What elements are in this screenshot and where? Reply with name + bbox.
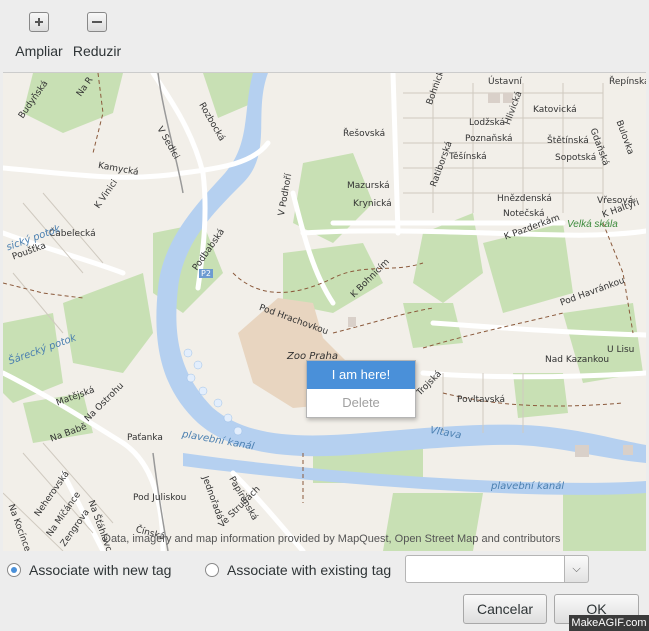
map-street-label: Pod Juliskou <box>133 493 187 503</box>
map-street-label: U Lisu <box>607 345 635 355</box>
associate-existing-tag-radio[interactable] <box>205 563 219 577</box>
associate-new-tag-radio[interactable] <box>7 563 21 577</box>
map-context-menu: I am here! Delete <box>306 360 416 418</box>
map-attribution: Data, imagery and map information provid… <box>103 533 561 545</box>
zoom-out-label: Reduzir <box>72 43 122 59</box>
existing-tag-dropdown-button[interactable]: ⌵ <box>565 555 589 583</box>
map-street-label: Řešovská <box>343 129 386 139</box>
cancel-button[interactable]: Cancelar <box>463 594 547 624</box>
watermark-logo: MakeAGIF.com <box>569 615 649 631</box>
associate-existing-tag-label: Associate with existing tag <box>227 562 392 578</box>
map-street-label: Těšínská <box>449 152 487 162</box>
map-street-label: Ústavní <box>488 77 522 87</box>
zoom-in-button[interactable]: Ampliar <box>9 12 69 59</box>
map-street-label: Krynická <box>353 199 392 209</box>
map-street-label: Mazurská <box>347 181 390 191</box>
associate-new-tag-label: Associate with new tag <box>29 562 172 578</box>
map-street-label: Notečská <box>503 209 545 219</box>
map-street-label: Katovická <box>533 105 577 115</box>
delete-menu-item[interactable]: Delete <box>307 389 415 417</box>
map-street-label: Poznaňská <box>465 134 513 144</box>
map-street-label: Nad Kazankou <box>545 355 610 365</box>
zoom-in-icon <box>29 12 49 32</box>
map-toolbar: Ampliar Reduzir <box>0 0 649 72</box>
map-street-label: Lodžská <box>469 118 506 128</box>
i-am-here-menu-item[interactable]: I am here! <box>307 361 415 389</box>
map-street-label: Hnězdenská <box>497 194 552 204</box>
chevron-down-icon: ⌵ <box>572 563 581 575</box>
existing-tag-combo-field[interactable] <box>405 555 565 583</box>
map-street-label: Povltavská <box>457 395 506 405</box>
map-street-label: Řepínská <box>609 77 646 87</box>
map-place-label: Velká skála <box>567 219 618 230</box>
zoom-in-label: Ampliar <box>15 43 63 59</box>
map-street-label: Paťanka <box>127 433 163 443</box>
zoom-out-icon <box>87 12 107 32</box>
map-street-label: Štětínská <box>547 136 589 146</box>
zoom-out-button[interactable]: Reduzir <box>67 12 127 59</box>
map-view[interactable]: Budyňská Na R Rozbocká V Sedlci Kamycká … <box>3 72 646 551</box>
map-street-label: Sopotská <box>555 153 597 163</box>
map-road-badge: P2 <box>199 269 213 278</box>
map-water-label: plavební kanál <box>491 481 565 492</box>
